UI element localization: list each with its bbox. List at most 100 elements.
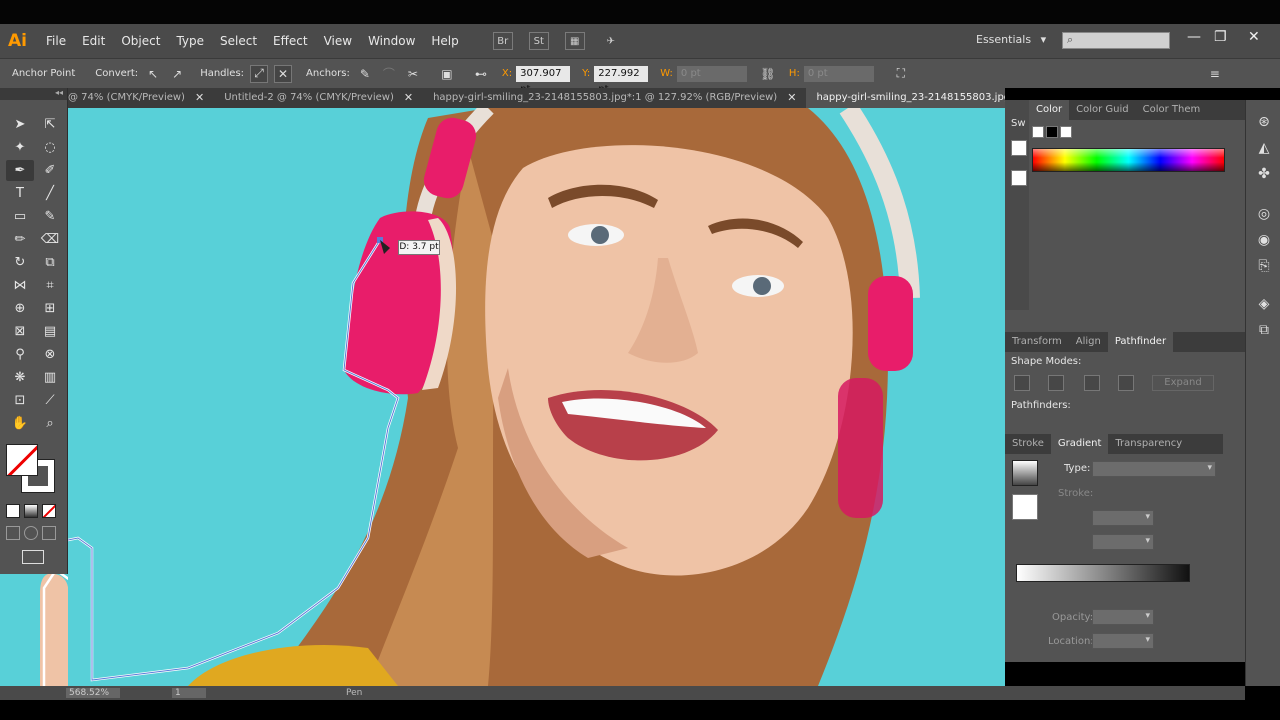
tab-color-themes[interactable]: Color Them bbox=[1136, 100, 1208, 120]
libraries-icon[interactable]: ⊛ bbox=[1253, 114, 1275, 134]
y-field[interactable]: 227.992 pt bbox=[594, 65, 649, 95]
control-menu-icon[interactable]: ≡ bbox=[1206, 65, 1224, 83]
menu-effect[interactable]: Effect bbox=[273, 34, 308, 48]
draw-inside-icon[interactable] bbox=[42, 526, 56, 540]
paintbrush-tool-icon[interactable]: ✎ bbox=[36, 206, 64, 227]
tab-pathfinder[interactable]: Pathfinder bbox=[1107, 332, 1174, 352]
close-icon[interactable]: ✕ bbox=[404, 88, 413, 108]
expand-button[interactable]: Expand bbox=[1152, 375, 1214, 391]
opacity-field[interactable]: ▾ bbox=[1092, 609, 1154, 625]
menu-view[interactable]: View bbox=[324, 34, 352, 48]
stock-icon[interactable]: St bbox=[528, 32, 549, 50]
align-anchor-icon[interactable]: ⊷ bbox=[472, 65, 490, 83]
w-field[interactable]: 0 pt bbox=[676, 65, 747, 82]
intersect-icon[interactable] bbox=[1084, 375, 1100, 391]
draw-normal-icon[interactable] bbox=[6, 526, 20, 540]
unite-icon[interactable] bbox=[1014, 375, 1030, 391]
connect-anchor-icon[interactable]: ⌒ bbox=[380, 65, 398, 83]
graph-tool-icon[interactable]: ▥ bbox=[36, 367, 64, 388]
restore-button[interactable]: ❐ bbox=[1214, 29, 1227, 45]
tab-color[interactable]: Color bbox=[1029, 100, 1070, 120]
convert-to-smooth-icon[interactable]: ↗ bbox=[168, 65, 186, 83]
h-field[interactable]: 0 pt bbox=[803, 65, 874, 82]
lasso-tool-icon[interactable]: ◌ bbox=[36, 137, 64, 158]
show-handles-icon[interactable]: ⤢ bbox=[250, 64, 269, 83]
perspective-grid-tool-icon[interactable]: ⊞ bbox=[36, 298, 64, 319]
pencil-tool-icon[interactable]: ✏ bbox=[6, 229, 34, 250]
layers-icon[interactable]: ◈ bbox=[1253, 296, 1275, 316]
artboards-icon[interactable]: ⧉ bbox=[1253, 322, 1275, 342]
transform-icon[interactable]: ⛶ bbox=[892, 65, 910, 83]
bridge-icon[interactable]: Br bbox=[492, 32, 513, 50]
menu-file[interactable]: File bbox=[46, 34, 66, 48]
aspect-ratio-field[interactable]: ▾ bbox=[1092, 534, 1154, 550]
search-input[interactable]: ⌕ bbox=[1062, 32, 1170, 49]
hide-handles-icon[interactable]: ✕ bbox=[274, 64, 293, 83]
hand-tool-icon[interactable]: ✋ bbox=[6, 413, 34, 434]
curvature-tool-icon[interactable]: ✐ bbox=[36, 160, 64, 181]
tab-untitled-2[interactable]: Untitled-2 @ 74% (CMYK/Preview) ✕ bbox=[214, 88, 423, 108]
white-color-swatch[interactable] bbox=[1060, 126, 1072, 138]
close-icon[interactable]: ✕ bbox=[195, 88, 204, 108]
gpu-performance-icon[interactable]: ✈ bbox=[601, 32, 621, 50]
menu-type[interactable]: Type bbox=[176, 34, 204, 48]
tab-gradient[interactable]: Gradient bbox=[1050, 434, 1109, 454]
none-color-swatch[interactable] bbox=[1032, 126, 1044, 138]
type-tool-icon[interactable]: T bbox=[6, 183, 34, 204]
screen-mode-icon[interactable] bbox=[22, 550, 44, 564]
close-button[interactable]: ✕ bbox=[1248, 29, 1260, 45]
graphic-styles-icon[interactable]: ◉ bbox=[1253, 232, 1275, 252]
appearance-icon[interactable]: ◎ bbox=[1253, 206, 1275, 226]
menu-object[interactable]: Object bbox=[121, 34, 160, 48]
menu-window[interactable]: Window bbox=[368, 34, 415, 48]
close-icon[interactable]: ✕ bbox=[787, 88, 796, 108]
scale-tool-icon[interactable]: ⧉ bbox=[36, 252, 64, 273]
arrange-documents-icon[interactable]: ▦ bbox=[564, 32, 585, 50]
gradient-type-dropdown[interactable]: ▾ bbox=[1092, 461, 1216, 477]
draw-behind-icon[interactable] bbox=[24, 526, 38, 540]
free-transform-tool-icon[interactable]: ⌗ bbox=[36, 275, 64, 296]
tab-align[interactable]: Align bbox=[1069, 332, 1108, 352]
slice-tool-icon[interactable]: ⟋ bbox=[36, 390, 64, 411]
artboard-canvas[interactable] bbox=[68, 108, 1005, 686]
color-spectrum[interactable] bbox=[1032, 148, 1225, 172]
gradient-mode-icon[interactable] bbox=[24, 504, 38, 518]
artboard-tool-icon[interactable]: ⊡ bbox=[6, 390, 34, 411]
mesh-tool-icon[interactable]: ⊠ bbox=[6, 321, 34, 342]
gradient-slider[interactable] bbox=[1016, 564, 1190, 582]
fill-swatch[interactable] bbox=[6, 444, 38, 476]
shape-builder-tool-icon[interactable]: ⊕ bbox=[6, 298, 34, 319]
fill-mini-swatch[interactable] bbox=[1011, 140, 1027, 156]
tab-happy-girl-1[interactable]: happy-girl-smiling_23-2148155803.jpg*:1 … bbox=[423, 88, 806, 108]
eyedropper-tool-icon[interactable]: ⚲ bbox=[6, 344, 34, 365]
direct-selection-tool-icon[interactable]: ⇱ bbox=[36, 114, 64, 135]
tools-collapse-icon[interactable]: ◂◂ bbox=[0, 88, 67, 100]
page-field[interactable]: 1 bbox=[172, 688, 206, 698]
x-field[interactable]: 307.907 pt bbox=[516, 65, 571, 95]
stroke-mini-swatch[interactable] bbox=[1011, 170, 1027, 186]
tab-transparency[interactable]: Transparency bbox=[1108, 434, 1189, 454]
tab-happy-girl-2[interactable]: happy-girl-smiling_23-2148155803.jpg*:2 … bbox=[806, 88, 1005, 108]
asset-export-icon[interactable]: ⎘ bbox=[1253, 258, 1275, 278]
remove-anchor-icon[interactable]: ✎ bbox=[356, 65, 374, 83]
magic-wand-tool-icon[interactable]: ✦ bbox=[6, 137, 34, 158]
none-mode-icon[interactable] bbox=[42, 504, 56, 518]
link-dimensions-icon[interactable]: ⛓ bbox=[759, 65, 777, 83]
tab-stroke[interactable]: Stroke bbox=[1005, 434, 1051, 454]
brushes-icon[interactable]: ◭ bbox=[1253, 140, 1275, 160]
width-tool-icon[interactable]: ⋈ bbox=[6, 275, 34, 296]
tab-color-guide[interactable]: Color Guid bbox=[1069, 100, 1136, 120]
symbols-icon[interactable]: ✤ bbox=[1253, 166, 1275, 186]
menu-edit[interactable]: Edit bbox=[82, 34, 105, 48]
tab-transform[interactable]: Transform bbox=[1005, 332, 1069, 352]
zoom-field[interactable]: 568.52% bbox=[66, 688, 120, 698]
convert-to-corner-icon[interactable]: ↖ bbox=[144, 65, 162, 83]
menu-select[interactable]: Select bbox=[220, 34, 257, 48]
selection-tool-icon[interactable]: ➤ bbox=[6, 114, 34, 135]
location-field[interactable]: ▾ bbox=[1092, 633, 1154, 649]
menu-help[interactable]: Help bbox=[431, 34, 458, 48]
blend-tool-icon[interactable]: ⊗ bbox=[36, 344, 64, 365]
gradient-fill-stroke-icon[interactable] bbox=[1012, 494, 1038, 520]
isolate-icon[interactable]: ▣ bbox=[438, 65, 456, 83]
pen-tool-icon[interactable]: ✒ bbox=[6, 160, 34, 181]
